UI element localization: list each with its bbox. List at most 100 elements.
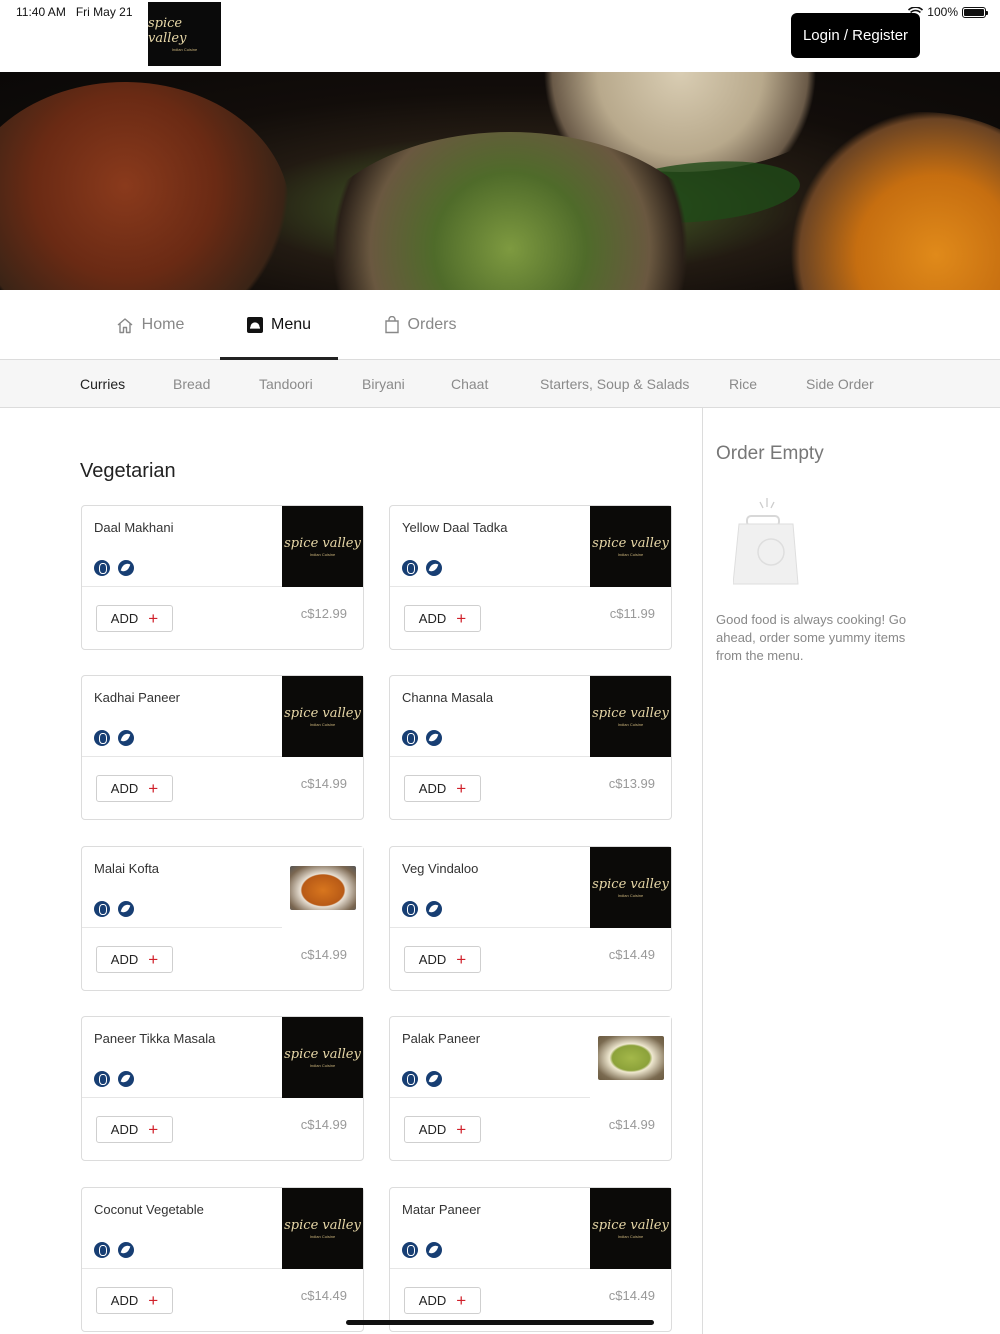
logo-subtext: Indian Cuisine [309, 552, 336, 557]
add-to-order-button[interactable]: ADD + [96, 605, 173, 632]
tab-menu[interactable]: Menu [220, 290, 338, 360]
menu-item-image[interactable]: spice valley Indian Cuisine [282, 1188, 363, 1269]
add-to-order-button[interactable]: ADD + [96, 946, 173, 973]
logo-subtext: Indian Cuisine [309, 1063, 336, 1068]
diet-icons [94, 560, 134, 576]
vegetarian-icon [402, 730, 418, 746]
add-to-order-button[interactable]: ADD + [96, 1116, 173, 1143]
empty-bag-icon [733, 498, 799, 585]
logo-subtext: Indian Cuisine [617, 552, 644, 557]
menu-item-image[interactable] [590, 1017, 671, 1098]
add-to-order-button[interactable]: ADD + [404, 605, 481, 632]
menu-item-name: Yellow Daal Tadka [402, 520, 508, 535]
category-biryani[interactable]: Biryani [362, 360, 405, 408]
tab-orders[interactable]: Orders [350, 290, 490, 360]
category-chaat[interactable]: Chaat [451, 360, 488, 408]
logo-text: spice valley [284, 536, 361, 551]
menu-item-image[interactable]: spice valley Indian Cuisine [282, 676, 363, 757]
plus-icon: + [456, 609, 467, 628]
menu-item-header: Malai Kofta [82, 847, 363, 928]
menu-item-card[interactable]: Channa Masala spice valley Indian Cuisin… [389, 675, 672, 820]
menu-item-name: Veg Vindaloo [402, 861, 479, 876]
dish-photo [597, 1035, 664, 1080]
add-to-order-button[interactable]: ADD + [404, 946, 481, 973]
add-to-order-button[interactable]: ADD + [404, 775, 481, 802]
menu-item-header: Matar Paneer spice valley Indian Cuisine [390, 1188, 671, 1269]
menu-item-image[interactable]: spice valley Indian Cuisine [282, 506, 363, 587]
dish-photo [289, 865, 356, 910]
logo-text: spice valley [592, 1218, 669, 1233]
add-label: ADD [418, 1293, 447, 1308]
menu-item-name: Daal Makhani [94, 520, 174, 535]
menu-item-image[interactable] [282, 847, 363, 928]
leaf-icon [426, 1242, 442, 1258]
menu-item-card[interactable]: Palak Paneer ADD + c$14.99 [389, 1016, 672, 1161]
category-curries[interactable]: Curries [80, 360, 125, 408]
menu-item-image[interactable]: spice valley Indian Cuisine [590, 676, 671, 757]
menu-item-header: Channa Masala spice valley Indian Cuisin… [390, 676, 671, 757]
vegetarian-icon [402, 901, 418, 917]
logo-text: spice valley [592, 877, 669, 892]
vegetarian-icon [94, 730, 110, 746]
menu-item-card[interactable]: Coconut Vegetable spice valley Indian Cu… [81, 1187, 364, 1332]
menu-item-image[interactable]: spice valley Indian Cuisine [282, 1017, 363, 1098]
login-register-button[interactable]: Login / Register [791, 13, 920, 58]
logo-subtext: Indian Cuisine [617, 893, 644, 898]
plus-icon: + [456, 1120, 467, 1139]
logo-text: spice valley [592, 536, 669, 551]
category-rice[interactable]: Rice [729, 360, 757, 408]
diet-icons [94, 730, 134, 746]
menu-item-price: c$12.99 [300, 606, 347, 621]
vegetarian-icon [402, 560, 418, 576]
menu-item-card[interactable]: Kadhai Paneer spice valley Indian Cuisin… [81, 675, 364, 820]
menu-item-price: c$13.99 [608, 776, 655, 791]
hero-food-image [0, 72, 1000, 290]
add-to-order-button[interactable]: ADD + [96, 775, 173, 802]
menu-item-image[interactable]: spice valley Indian Cuisine [590, 847, 671, 928]
leaf-icon [426, 730, 442, 746]
menu-item-price: c$14.49 [608, 947, 655, 962]
logo-subtext: Indian Cuisine [617, 1234, 644, 1239]
menu-item-header: Kadhai Paneer spice valley Indian Cuisin… [82, 676, 363, 757]
category-bread[interactable]: Bread [173, 360, 210, 408]
add-label: ADD [418, 1122, 447, 1137]
menu-item-card[interactable]: Malai Kofta ADD + c$14.99 [81, 846, 364, 991]
tab-home[interactable]: Home [80, 290, 220, 360]
category-tandoori[interactable]: Tandoori [259, 360, 313, 408]
menu-item-card[interactable]: Paneer Tikka Masala spice valley Indian … [81, 1016, 364, 1161]
add-to-order-button[interactable]: ADD + [404, 1116, 481, 1143]
leaf-icon [118, 901, 134, 917]
menu-item-image[interactable]: spice valley Indian Cuisine [590, 1188, 671, 1269]
menu-item-image[interactable]: spice valley Indian Cuisine [590, 506, 671, 587]
menu-item-header: Daal Makhani spice valley Indian Cuisine [82, 506, 363, 587]
order-empty-message: Good food is always cooking! Go ahead, o… [716, 612, 907, 663]
category-side-order[interactable]: Side Order [806, 360, 874, 408]
menu-item-card[interactable]: Daal Makhani spice valley Indian Cuisine… [81, 505, 364, 650]
menu-item-price: c$14.99 [608, 1117, 655, 1132]
add-label: ADD [110, 952, 139, 967]
top-header: 11:40 AM Fri May 21 100% spice valley In… [0, 0, 1000, 72]
home-indicator[interactable] [346, 1320, 654, 1325]
tab-home-label: Home [141, 316, 185, 333]
category-bar: Curries Bread Tandoori Biryani Chaat Sta… [0, 360, 1000, 408]
diet-icons [94, 901, 134, 917]
menu-item-card[interactable]: Yellow Daal Tadka spice valley Indian Cu… [389, 505, 672, 650]
add-to-order-button[interactable]: ADD + [96, 1287, 173, 1314]
status-indicators: 100% [908, 5, 988, 19]
menu-item-price: c$14.49 [608, 1288, 655, 1303]
diet-icons [402, 560, 442, 576]
brand-logo[interactable]: spice valley Indian Cuisine [148, 2, 221, 66]
menu-item-header: Veg Vindaloo spice valley Indian Cuisine [390, 847, 671, 928]
menu-item-name: Paneer Tikka Masala [94, 1031, 216, 1046]
menu-item-name: Matar Paneer [402, 1202, 481, 1217]
category-starters[interactable]: Starters, Soup & Salads [540, 360, 689, 408]
menu-item-card[interactable]: Matar Paneer spice valley Indian Cuisine… [389, 1187, 672, 1332]
leaf-icon [426, 901, 442, 917]
menu-item-card[interactable]: Veg Vindaloo spice valley Indian Cuisine… [389, 846, 672, 991]
vegetarian-icon [94, 1071, 110, 1087]
logo-text: spice valley [284, 1047, 361, 1062]
bag-icon [384, 316, 399, 334]
add-label: ADD [110, 781, 139, 796]
sidebar-divider [702, 408, 703, 1334]
add-to-order-button[interactable]: ADD + [404, 1287, 481, 1314]
